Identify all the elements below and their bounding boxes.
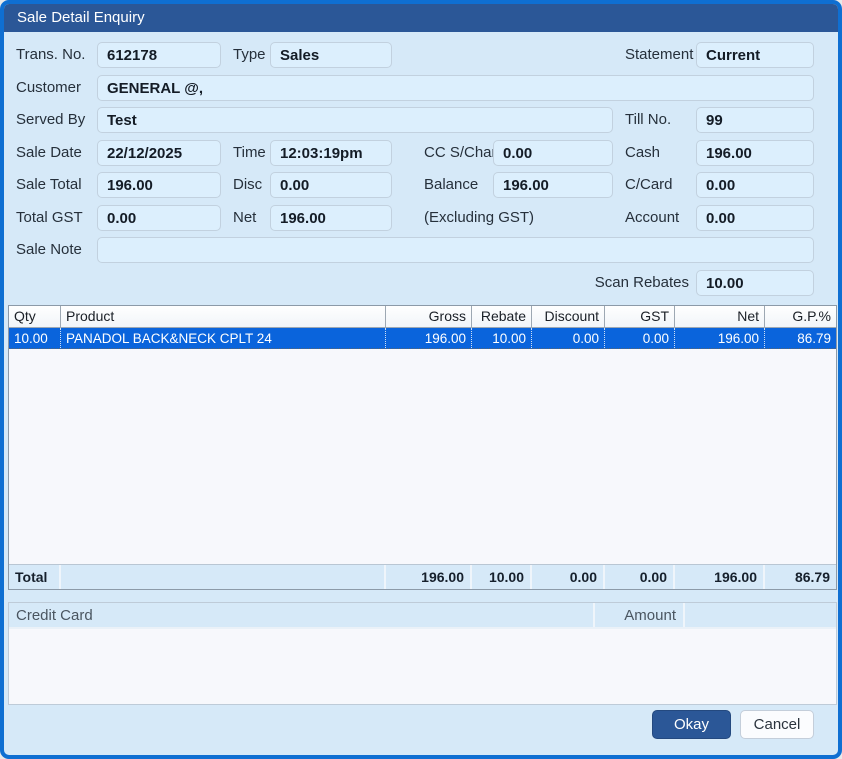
- ccard-label: C/Card: [625, 172, 673, 198]
- total-gp: 86.79: [765, 565, 836, 589]
- type-label: Type: [233, 42, 266, 68]
- total-discount: 0.00: [532, 565, 605, 589]
- ccard-field[interactable]: [696, 172, 814, 198]
- sale-note-label: Sale Note: [16, 237, 82, 263]
- titlebar: Sale Detail Enquiry: [4, 4, 838, 32]
- total-gross: 196.00: [386, 565, 472, 589]
- credit-card-list-area: [9, 629, 836, 704]
- customer-label: Customer: [16, 75, 81, 101]
- col-header-rebate[interactable]: Rebate: [472, 306, 532, 327]
- total-rebate: 10.00: [472, 565, 532, 589]
- sale-total-field[interactable]: [97, 172, 221, 198]
- total-gst-label: Total GST: [16, 205, 83, 231]
- cell-product: PANADOL BACK&NECK CPLT 24: [61, 328, 386, 348]
- sale-date-label: Sale Date: [16, 140, 82, 166]
- till-no-label: Till No.: [625, 107, 671, 133]
- time-field[interactable]: [270, 140, 392, 166]
- credit-card-amount-header: Amount: [595, 603, 685, 627]
- statement-label: Statement: [625, 42, 693, 68]
- credit-card-header-row: Credit Card Amount: [9, 603, 836, 629]
- statement-field[interactable]: [696, 42, 814, 68]
- cancel-button[interactable]: Cancel: [740, 710, 814, 739]
- grid-header-row: Qty Product Gross Rebate Discount GST Ne…: [9, 306, 836, 328]
- trans-no-field[interactable]: [97, 42, 221, 68]
- col-header-gross[interactable]: Gross: [386, 306, 472, 327]
- col-header-discount[interactable]: Discount: [532, 306, 605, 327]
- served-by-label: Served By: [16, 107, 85, 133]
- till-no-field[interactable]: [696, 107, 814, 133]
- total-label: Total: [9, 565, 61, 589]
- disc-field[interactable]: [270, 172, 392, 198]
- col-header-gp[interactable]: G.P.%: [765, 306, 836, 327]
- account-field[interactable]: [696, 205, 814, 231]
- total-gst-field[interactable]: [97, 205, 221, 231]
- col-header-gst[interactable]: GST: [605, 306, 675, 327]
- net-field[interactable]: [270, 205, 392, 231]
- net-label: Net: [233, 205, 256, 231]
- col-header-product[interactable]: Product: [61, 306, 386, 327]
- cell-gross: 196.00: [386, 328, 472, 348]
- time-label: Time: [233, 140, 266, 166]
- cash-label: Cash: [625, 140, 660, 166]
- account-label: Account: [625, 205, 679, 231]
- excluding-gst-note: (Excluding GST): [424, 205, 534, 231]
- cell-gst: 0.00: [605, 328, 675, 348]
- cell-net: 196.00: [675, 328, 765, 348]
- line-item-row-selected[interactable]: 10.00 PANADOL BACK&NECK CPLT 24 196.00 1…: [9, 328, 836, 349]
- customer-field[interactable]: [97, 75, 814, 101]
- sale-total-label: Sale Total: [16, 172, 82, 198]
- scan-rebates-label: Scan Rebates: [544, 270, 689, 296]
- balance-field[interactable]: [493, 172, 613, 198]
- credit-card-header: Credit Card: [9, 603, 595, 627]
- col-header-net[interactable]: Net: [675, 306, 765, 327]
- credit-card-panel: Credit Card Amount: [8, 602, 837, 705]
- disc-label: Disc: [233, 172, 262, 198]
- cell-gp: 86.79: [765, 328, 836, 348]
- type-field[interactable]: [270, 42, 392, 68]
- okay-button[interactable]: Okay: [652, 710, 731, 739]
- sale-date-field[interactable]: [97, 140, 221, 166]
- sale-note-field[interactable]: [97, 237, 814, 263]
- total-net: 196.00: [675, 565, 765, 589]
- credit-card-amount-cell: [685, 603, 836, 627]
- cash-field[interactable]: [696, 140, 814, 166]
- balance-label: Balance: [424, 172, 478, 198]
- cell-rebate: 10.00: [472, 328, 532, 348]
- grid-total-row: Total 196.00 10.00 0.00 0.00 196.00 86.7…: [9, 564, 836, 589]
- grid-empty-area[interactable]: [9, 349, 836, 564]
- total-gst-cell: 0.00: [605, 565, 675, 589]
- sale-detail-enquiry-dialog: Sale Detail Enquiry Trans. No. Type Stat…: [0, 0, 842, 759]
- cell-discount: 0.00: [532, 328, 605, 348]
- window-title: Sale Detail Enquiry: [17, 9, 145, 26]
- trans-no-label: Trans. No.: [16, 42, 85, 68]
- scan-rebates-field[interactable]: [696, 270, 814, 296]
- cc-scharge-field[interactable]: [493, 140, 613, 166]
- col-header-qty[interactable]: Qty: [9, 306, 61, 327]
- line-items-grid: Qty Product Gross Rebate Discount GST Ne…: [8, 305, 837, 590]
- served-by-field[interactable]: [97, 107, 613, 133]
- cell-qty: 10.00: [9, 328, 61, 348]
- total-product-cell: [61, 565, 386, 589]
